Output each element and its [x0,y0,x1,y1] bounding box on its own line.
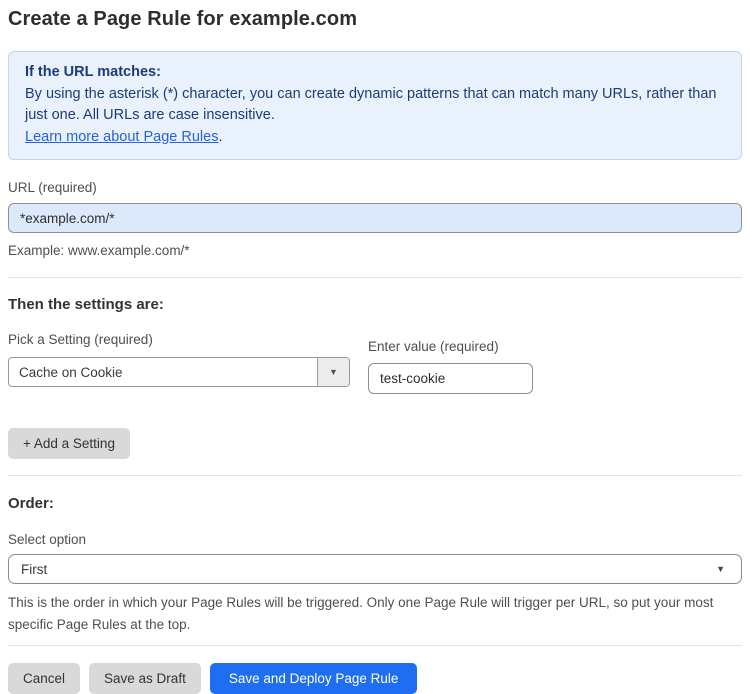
url-field-label: URL (required) [8,180,97,195]
setting-picker-column: Pick a Setting (required) Cache on Cooki… [8,332,350,394]
setting-select[interactable]: Cache on Cookie ▼ [8,357,350,387]
page-rule-form: Create a Page Rule for example.com If th… [0,0,750,694]
setting-value-input[interactable] [368,363,533,394]
page-title: Create a Page Rule for example.com [8,8,358,30]
info-box-body: By using the asterisk (*) character, you… [25,85,717,124]
setting-value-column: Enter value (required) [368,332,533,394]
setting-picker-label: Pick a Setting (required) [8,332,153,347]
add-setting-button[interactable]: + Add a Setting [8,428,130,459]
setting-select-arrow-button[interactable]: ▼ [317,358,349,386]
divider [8,277,742,278]
setting-select-value: Cache on Cookie [19,364,123,380]
settings-row: Pick a Setting (required) Cache on Cooki… [8,332,742,394]
info-box-heading: If the URL matches: [25,64,161,80]
save-and-deploy-button[interactable]: Save and Deploy Page Rule [209,663,418,694]
chevron-down-icon: ▼ [716,564,725,574]
learn-more-link[interactable]: Learn more about Page Rules [25,129,218,145]
divider [8,645,742,646]
divider [8,475,742,476]
form-actions: Cancel Save as Draft Save and Deploy Pag… [8,663,742,694]
url-match-info-box: If the URL matches: By using the asteris… [8,51,742,160]
info-box-link-line: Learn more about Page Rules. [25,127,725,149]
settings-section-heading: Then the settings are: [8,296,164,313]
cancel-button[interactable]: Cancel [8,663,81,694]
link-period: . [218,128,223,145]
order-select-label: Select option [8,532,87,547]
order-select[interactable]: First ▼ [8,554,742,584]
order-select-value: First [21,561,48,577]
url-input[interactable] [8,203,742,233]
url-example-helper: Example: www.example.com/* [8,243,190,258]
save-as-draft-button[interactable]: Save as Draft [89,663,201,694]
setting-value-label: Enter value (required) [368,339,499,354]
order-section-heading: Order: [8,495,54,512]
order-helper-text: This is the order in which your Page Rul… [8,595,714,632]
chevron-down-icon: ▼ [329,367,338,377]
